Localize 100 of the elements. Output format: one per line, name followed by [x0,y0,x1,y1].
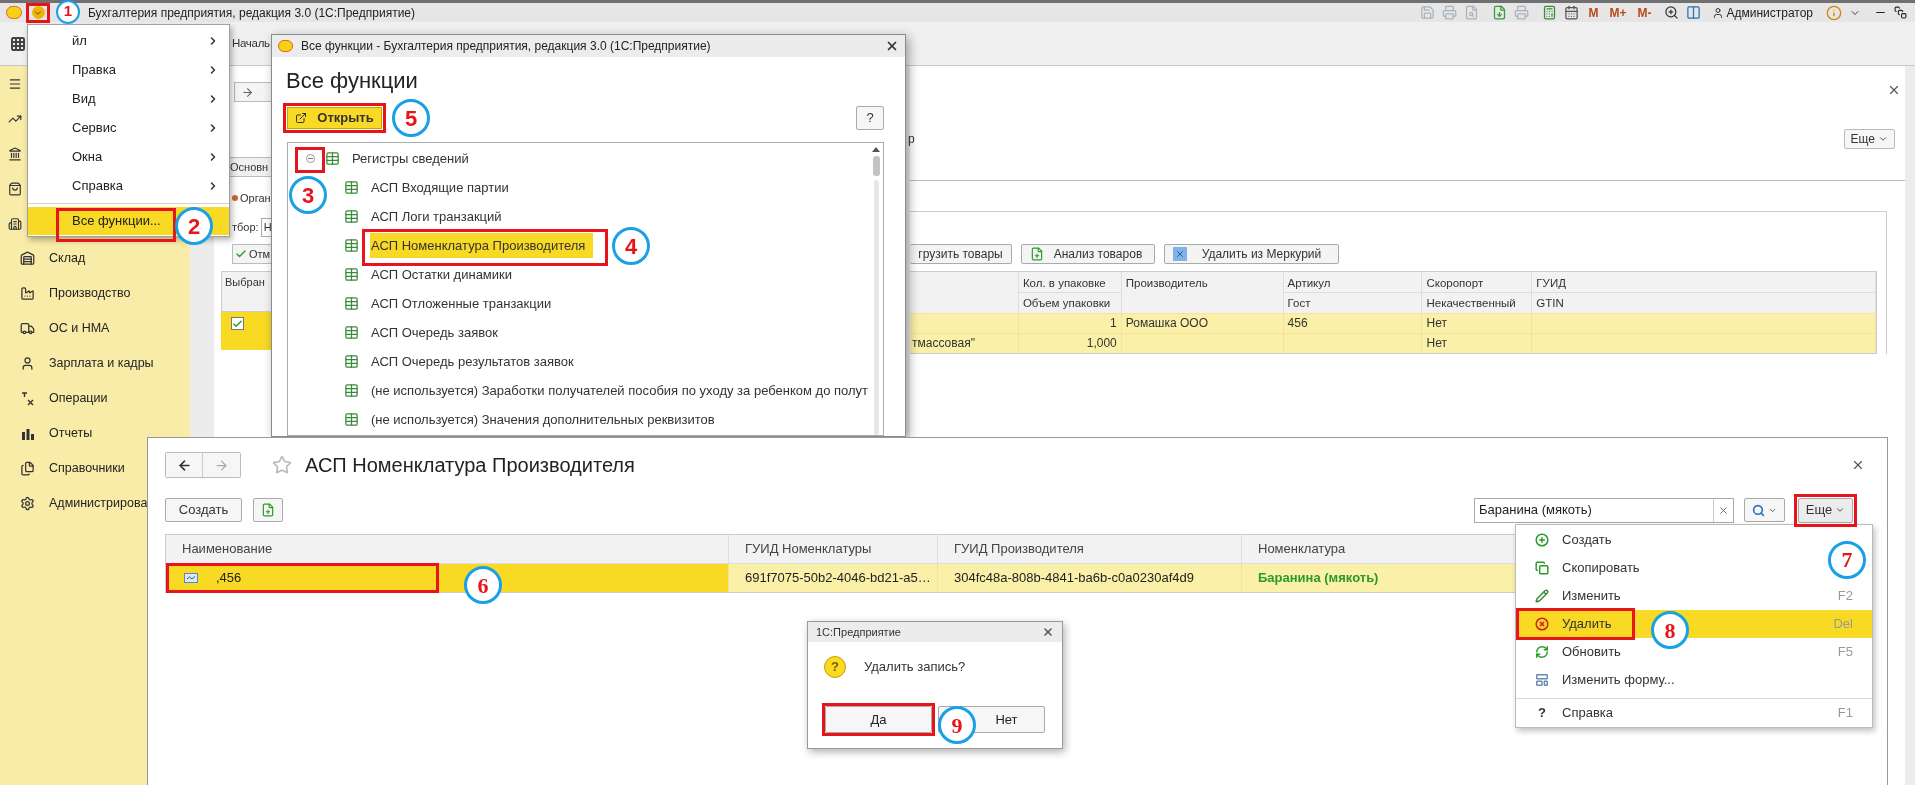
truck-icon [20,321,35,336]
tree-item[interactable]: (не используется) Заработки получателей пособия по уходу за ребенком до полут [370,380,869,401]
copy-button[interactable] [253,498,283,522]
form-button[interactable]: Анализ товаров [1021,244,1155,264]
tree-item[interactable]: АСП Очередь заявок [370,322,499,343]
menu-item[interactable]: Правка [28,55,229,84]
menu-item[interactable]: Окна [28,142,229,171]
sidebar-item[interactable]: Склад [49,249,86,268]
menu-icon[interactable] [8,76,22,91]
tree-item[interactable]: АСП Очередь результатов заявок [370,351,575,372]
mark-button[interactable]: Отм [232,244,271,264]
file-download-icon[interactable] [1492,5,1508,20]
zoom-icon[interactable] [1664,5,1680,20]
help-button[interactable]: ? [856,106,884,130]
table-cell: Нет [1422,334,1533,353]
search-field[interactable]: Баранина (мякоть) [1474,497,1734,523]
column-header[interactable]: ГУИД Производителя [938,535,1242,563]
memory-button[interactable]: M [1586,3,1601,22]
tree-group-label[interactable]: Регистры сведений [352,148,469,169]
tree-item[interactable]: АСП Логи транзакций [370,206,503,227]
arrow-right-icon [241,85,254,99]
sidebar-item[interactable]: Производство [49,284,131,303]
menu-item[interactable]: Изменить F2 [1516,582,1872,610]
menu-item[interactable]: Сервис [28,113,229,142]
dialog-button[interactable]: Да [825,706,932,733]
close-icon[interactable] [885,39,899,53]
caret-icon [31,6,45,19]
form-button[interactable]: грузить товары [910,244,1012,264]
plus-icon [1535,533,1549,547]
back-button[interactable] [166,453,203,477]
bar-chart-icon [20,426,35,441]
menu-item[interactable]: Создать [1516,526,1872,554]
close-icon[interactable] [1851,458,1865,472]
close-icon[interactable] [1042,626,1054,638]
tree-item[interactable]: АСП Номенклатура Производителя [370,232,594,259]
step-badge: 5 [392,99,430,137]
clear-icon[interactable] [1718,504,1729,516]
memory-button[interactable]: M- [1635,3,1654,22]
caret-icon [1878,134,1888,144]
window-title: Все функции - Бухгалтерия предприятия, редакция 3.0 (1С:Предприятие) [301,38,711,55]
sidebar-item[interactable]: Администрирова [49,494,148,513]
form-button[interactable]: Удалить из Меркурий [1164,244,1339,264]
sidebar-item[interactable]: Операции [49,389,108,408]
bag-icon[interactable] [8,181,22,196]
register-icon [344,325,359,340]
favorite-star-icon[interactable] [272,455,292,475]
menu-item[interactable]: Изменить форму... [1516,666,1872,694]
tree-item[interactable]: АСП Входящие партии [370,177,510,198]
app-logo-icon [278,40,293,52]
delete-icon [1535,617,1549,631]
tree-item[interactable]: (не используется) Значения дополнительных реквизитов [370,409,716,430]
user-button[interactable]: Администратор [1726,3,1813,22]
table-header-cell-text: GTIN [1535,296,1565,311]
menu-item[interactable]: Обновить F5 [1516,638,1872,666]
tree-item[interactable]: АСП Остатки динамики [370,264,513,285]
field-label: р [908,131,915,148]
sidebar-item[interactable]: Справочники [49,459,125,478]
bank-icon[interactable] [8,146,22,161]
table-header-cell-text: Гост [1286,296,1312,311]
menu-item[interactable]: йл [28,26,229,55]
tree-item[interactable]: АСП Отложенные транзакции [370,293,553,314]
menu-item[interactable]: Справка [28,171,229,200]
menu-item[interactable]: ? Справка F1 [1516,698,1872,726]
search-button[interactable] [1744,498,1785,522]
restore-icon[interactable] [1894,6,1907,19]
info-icon[interactable] [1826,4,1842,21]
form-icon [1535,673,1549,687]
column-header[interactable]: Наименование [166,535,729,563]
building-icon[interactable] [8,216,22,231]
more-button[interactable]: Еще [1843,129,1895,149]
column-header[interactable]: ГУИД Номенклатуры [729,535,938,563]
sidebar-item[interactable]: ОС и НМА [49,319,110,338]
panel-icon[interactable] [1686,5,1702,20]
open-button[interactable]: Открыть [287,107,382,129]
sidebar-item[interactable]: Зарплата и кадры [49,354,154,373]
question-icon: ? [824,656,846,678]
step-badge: 6 [464,566,502,604]
field-label: тбор: [232,219,259,235]
window-title: АСП Номенклатура Производителя [305,453,635,478]
tab[interactable]: Началь [232,34,270,53]
gear-icon [20,496,35,511]
create-button[interactable]: Создать [165,498,242,522]
search-icon [1752,503,1765,517]
table-cell: тмассовая" [910,334,1019,353]
sidebar-item[interactable]: Отчеты [49,424,93,443]
calculator-icon[interactable] [1542,5,1558,20]
calendar-icon[interactable] [1564,5,1580,20]
menu-item[interactable]: Вид [28,84,229,113]
form-heading: Все функции [285,67,419,95]
form-tab[interactable]: Основн [227,157,271,177]
checkbox[interactable] [231,317,244,330]
more-button[interactable]: Еще [1798,497,1853,523]
step-badge: 3 [289,176,327,214]
apps-grid-icon[interactable] [10,35,26,52]
open-icon [295,112,308,124]
table-header-cell: ГУИД [1532,272,1875,293]
forward-button[interactable] [234,82,271,102]
register-icon [325,151,340,166]
memory-button[interactable]: M+ [1607,3,1629,22]
close-icon[interactable] [1887,83,1901,97]
